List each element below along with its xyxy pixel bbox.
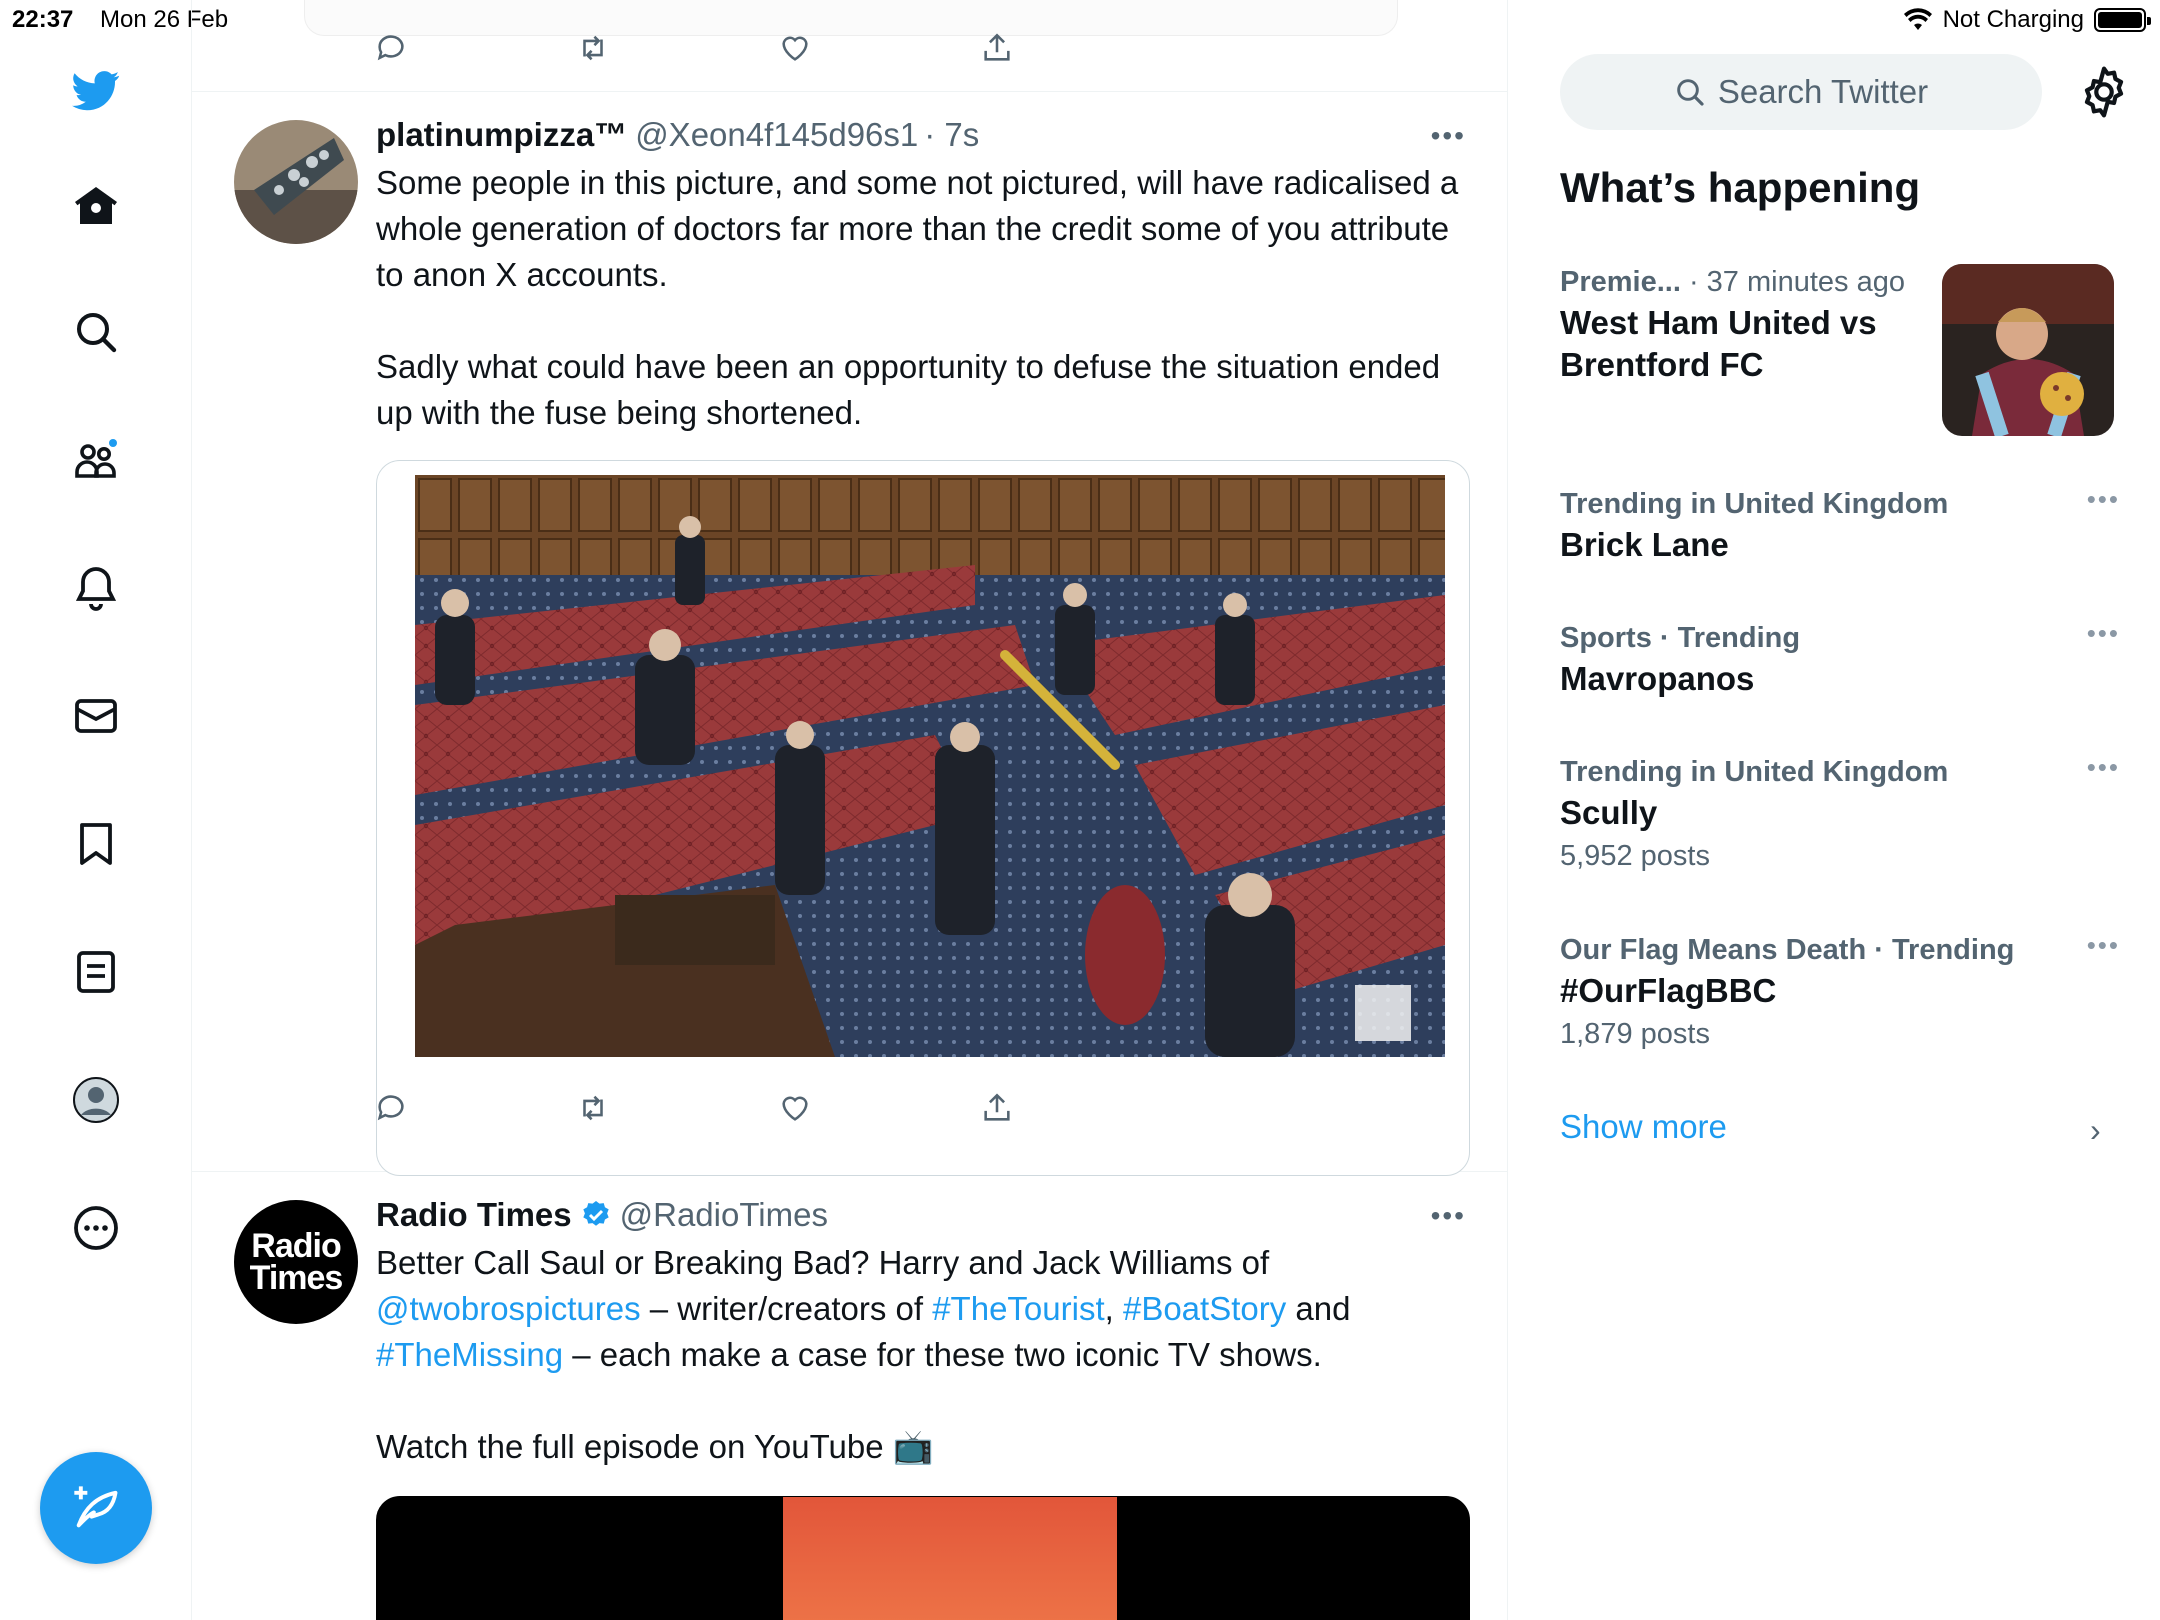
compose-tweet-button[interactable] [40, 1452, 152, 1564]
hashtag-link[interactable]: #TheMissing [376, 1336, 563, 1373]
trend-title: Mavropanos [1560, 660, 1755, 697]
trend-time: · 37 minutes ago [1688, 266, 1905, 298]
reply-icon [377, 1095, 404, 1121]
tweet-text-segment: Better Call Saul or Breaking Bad? Harry … [376, 1244, 1270, 1281]
trend-item[interactable]: Sports · Trending Mavropanos ••• [1560, 618, 2120, 700]
twitter-logo-icon[interactable] [66, 60, 126, 120]
author-name[interactable]: Radio Times [376, 1196, 572, 1234]
trend-context: Our Flag Means Death · Trending [1560, 934, 2015, 966]
notifications-icon[interactable] [66, 558, 126, 618]
tweet-text: Some people in this picture, and some no… [376, 164, 1459, 431]
avatar[interactable]: Radio Times [234, 1200, 358, 1324]
profile-icon[interactable] [66, 1070, 126, 1130]
retweet-icon [583, 1095, 603, 1121]
bookmarks-icon[interactable] [66, 814, 126, 874]
trend-title: Scully [1560, 794, 1658, 831]
heart-icon [782, 36, 808, 61]
author-handle[interactable]: @Xeon4f145d96s1 [635, 116, 918, 154]
retweet-icon [583, 35, 603, 61]
messages-icon[interactable] [66, 686, 126, 746]
whats-happening-title: What’s happening [1560, 164, 1921, 211]
hashtag-link[interactable]: #TheTourist [932, 1290, 1104, 1327]
search-placeholder: Search Twitter [1717, 73, 1929, 110]
more-icon[interactable] [66, 1198, 126, 1258]
tweet-image[interactable] [415, 475, 1445, 1057]
reply-button[interactable] [374, 28, 576, 68]
trend-post-count: 1,879 posts [1560, 1018, 1710, 1050]
left-sidebar [0, 0, 192, 1620]
tweet[interactable]: Radio Times ••• Radio Times @RadioTimes … [192, 1172, 1507, 1620]
trend-item[interactable]: Our Flag Means Death · Trending #OurFlag… [1560, 930, 2120, 1056]
trend-context: Sports · Trending [1560, 622, 1801, 654]
tweet-header: platinumpizza™ @Xeon4f145d96s1 · 7s [376, 112, 1470, 158]
video-thumbnail[interactable] [783, 1497, 1117, 1620]
trend-title: #OurFlagBBC [1560, 972, 1777, 1009]
timeline: ••• platinumpizza™ @Xeon4f145d96s1 · 7s … [192, 0, 1508, 1620]
tweet-header: Radio Times @RadioTimes [376, 1192, 1470, 1238]
trend-context: Trending in United Kingdom [1560, 756, 1949, 788]
verified-badge-icon [582, 1201, 609, 1226]
chevron-right-icon[interactable]: › [2090, 1112, 2101, 1149]
heart-icon [782, 1096, 808, 1121]
retweet-button[interactable] [576, 1088, 778, 1128]
trend-title: Brick Lane [1560, 526, 1729, 563]
trend-post-count: 5,952 posts [1560, 840, 1710, 872]
like-button[interactable] [778, 28, 980, 68]
reply-button[interactable] [374, 1088, 576, 1128]
search-icon[interactable] [66, 302, 126, 362]
tweet-text-segment: Watch the full episode on YouTube 📺 [376, 1428, 934, 1465]
trend-title: West Ham United vs Brentford FC [1560, 304, 1877, 383]
previous-tweet-fragment [192, 0, 1507, 92]
avatar[interactable] [234, 120, 358, 244]
tweet[interactable]: ••• platinumpizza™ @Xeon4f145d96s1 · 7s … [192, 92, 1507, 1176]
share-button[interactable] [980, 28, 1182, 68]
search-input[interactable]: Search Twitter [1560, 54, 2042, 130]
trend-thumbnail[interactable] [1942, 264, 2114, 436]
trend-item[interactable]: Trending in United Kingdom Scully 5,952 … [1560, 752, 2120, 878]
hashtag-link[interactable]: #BoatStory [1123, 1290, 1286, 1327]
author-handle[interactable]: @RadioTimes [620, 1196, 828, 1234]
tweet-text: Better Call Saul or Breaking Bad? Harry … [376, 1240, 1470, 1470]
avatar-logo-text: Radio [251, 1227, 341, 1265]
tweet-text-segment: – writer/creators of [640, 1290, 933, 1327]
tweet-text-segment: and [1286, 1290, 1351, 1327]
share-icon [984, 33, 1010, 61]
settings-gear-icon[interactable] [2076, 64, 2132, 120]
author-name[interactable]: platinumpizza™ [376, 116, 627, 154]
share-button[interactable] [980, 1088, 1182, 1128]
trend-more-icon[interactable]: ••• [2087, 930, 2120, 961]
retweet-button[interactable] [576, 28, 778, 68]
search-icon [1677, 79, 1704, 106]
trend-more-icon[interactable]: ••• [2087, 752, 2120, 783]
home-icon[interactable] [66, 176, 126, 236]
mention-link[interactable]: @twobrospictures [376, 1290, 641, 1327]
tweet-text-segment: – each make a case for these two iconic … [563, 1336, 1322, 1373]
tweet-video[interactable] [376, 1496, 1470, 1620]
compose-tweet-icon [74, 1486, 118, 1528]
trend-more-icon[interactable]: ••• [2087, 618, 2120, 649]
tweet-media[interactable] [376, 460, 1470, 1176]
trend-item[interactable]: Trending in United Kingdom Brick Lane ••… [1560, 484, 2120, 566]
lists-icon[interactable] [66, 942, 126, 1002]
tweet-text-segment: , [1104, 1290, 1123, 1327]
tweet-timestamp[interactable]: · 7s [924, 116, 979, 154]
trend-context: Premie... [1560, 266, 1681, 298]
like-button[interactable] [778, 1088, 980, 1128]
right-sidebar: Search Twitter What’s happening Premie..… [1508, 0, 2160, 1620]
share-icon [984, 1093, 1010, 1121]
show-more-link[interactable]: Show more [1560, 1108, 1727, 1146]
trend-context: Trending in United Kingdom [1560, 488, 1949, 520]
avatar-logo-text: Times [249, 1259, 344, 1297]
communities-icon[interactable] [66, 430, 126, 490]
reply-icon [377, 35, 404, 61]
trend-more-icon[interactable]: ••• [2087, 484, 2120, 515]
